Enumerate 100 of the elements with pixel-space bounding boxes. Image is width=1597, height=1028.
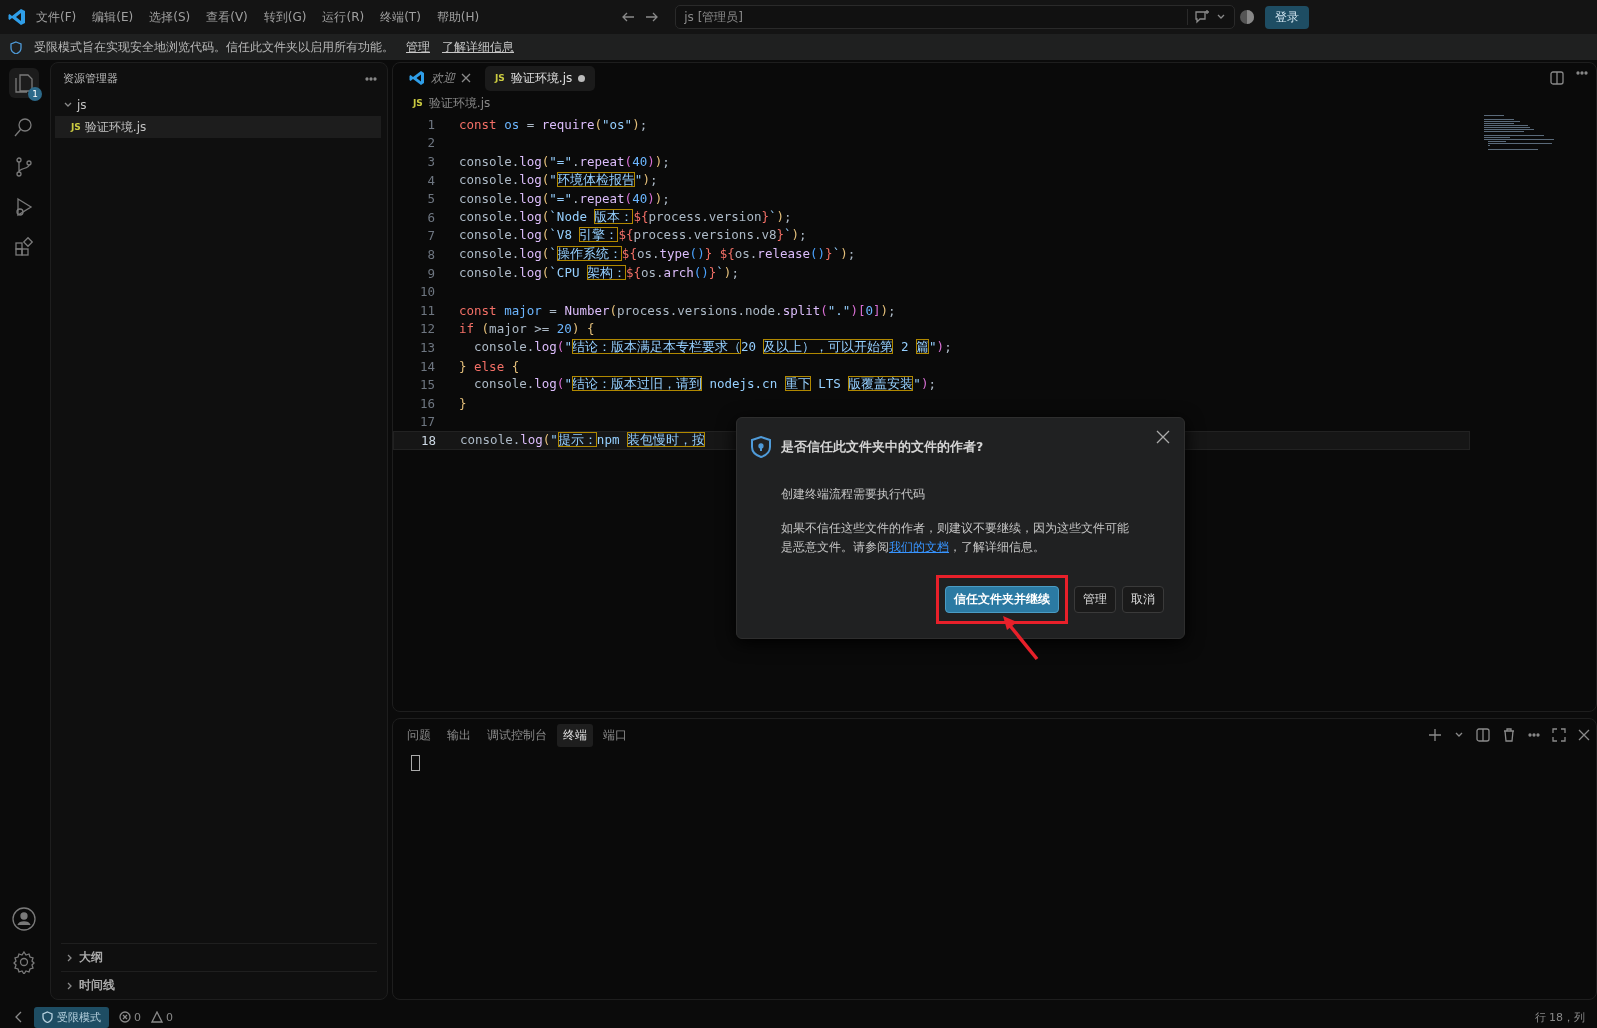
dialog-button[interactable]: 管理 [1074,586,1116,613]
menu-item[interactable]: 文件(F) [30,6,83,28]
code-line: } [459,395,467,411]
line-number: 2 [426,135,435,151]
error-icon [119,1011,131,1023]
restricted-mode-badge[interactable]: 受限模式 [34,1006,109,1028]
line-number: 15 [418,377,435,393]
code-line: if (major >= 20) { [459,321,595,337]
code-line: console.log("=".repeat(40)); [459,191,670,207]
breadcrumb[interactable]: JS 验证环境.js [393,93,1596,113]
explorer-tab[interactable]: 1 [9,68,39,98]
panel-tab[interactable]: 终端 [557,723,593,747]
menu-item[interactable]: 运行(R) [316,6,371,28]
code-line: console.log("=".repeat(40)); [459,154,670,169]
close-icon[interactable] [1156,430,1170,444]
chevron-left-icon[interactable] [14,1011,24,1023]
line-number: 16 [418,395,435,411]
more-icon[interactable] [1576,71,1588,75]
maximize-icon[interactable] [1552,728,1566,742]
back-arrow-icon[interactable] [621,10,636,24]
banner-link[interactable]: 管理 [406,39,430,55]
dialog-title: 是否信任此文件夹中的文件的作者? [781,438,984,456]
shield-icon [10,40,22,54]
menu-item[interactable]: 选择(S) [143,6,197,28]
split-editor-icon[interactable] [1476,728,1490,742]
account-icon[interactable] [11,906,37,932]
line-number: 8 [426,246,435,262]
menu-item[interactable]: 查看(V) [200,6,254,28]
shield-lock-icon [751,436,771,458]
line-number: 4 [426,172,435,188]
dialog-subtitle: 创建终端流程需要执行代码 [781,486,926,503]
menu-item[interactable]: 转到(G) [257,6,313,28]
extensions-icon[interactable] [13,236,35,258]
line-number: 5 [426,191,435,207]
files-icon [13,72,35,94]
vscode-logo-icon [8,8,26,26]
code-line: } else { [459,358,520,374]
code-line: console.log("提示：npm 装包慢时，按 [460,431,705,449]
line-number: 7 [426,228,435,244]
code-line: console.log(`Node 版本：${process.version}`); [459,208,792,226]
shield-icon [42,1011,53,1023]
menu-item[interactable]: 帮助(H) [430,6,486,28]
section-header[interactable]: 大纲 [61,943,377,971]
menu-item[interactable]: 编辑(E) [86,6,140,28]
panel-tab[interactable]: 端口 [597,723,633,747]
more-icon[interactable] [365,76,377,81]
line-number: 12 [418,321,435,337]
line-number: 14 [418,358,435,374]
minimap-drawing [1484,115,1556,151]
error-count[interactable]: 0 [134,1010,141,1024]
vscode-logo-icon [409,70,425,86]
close-icon[interactable] [461,73,471,83]
line-number: 3 [426,154,435,169]
code-line: console.log(`操作系统：${os.type()} ${os.release()}`); [459,245,856,263]
line-number: 1 [426,116,435,132]
dialog-message: 如果不信任这些文件的作者，则建议不要继续，因为这些文件可能是恶意文件。请参阅我们的文档，了解详细信息。 [781,520,1130,556]
code-line: const os = require("os"); [459,116,648,132]
dialog-button[interactable]: 取消 [1122,586,1164,613]
close-icon[interactable] [1578,729,1590,741]
menu-item[interactable]: 终端(T) [374,6,427,28]
line-number: 11 [418,302,435,318]
line-number: 10 [418,284,435,300]
plus-icon[interactable] [1428,728,1442,742]
editor-tab[interactable]: JS 验证环境.js [485,65,596,91]
banner-message: 受限模式旨在实现安全地浏览代码。信任此文件夹以启用所有功能。 [34,39,394,55]
line-number: 18 [419,432,436,448]
line-number: 9 [426,265,435,281]
forward-arrow-icon[interactable] [645,10,660,24]
sidebar-title: 资源管理器 [63,71,118,86]
editor-tab[interactable]: 欢迎 [399,65,481,91]
panel-tab[interactable]: 输出 [441,723,477,747]
section-header[interactable]: 时间线 [61,971,377,999]
sign-in-button[interactable]: 登录 [1265,5,1310,29]
chat-sparkle-icon [1194,9,1211,25]
terminal-cursor [411,755,420,771]
folder-item[interactable]: js [51,94,387,116]
warning-icon [151,1011,163,1023]
panel-tab[interactable]: 问题 [401,723,437,747]
warning-count[interactable]: 0 [166,1010,173,1024]
docs-link[interactable]: 我们的文档 [889,540,949,554]
settings-icon[interactable] [12,950,36,974]
more-icon[interactable] [1528,733,1540,737]
branch-icon[interactable] [13,156,35,178]
notification-badge: 1 [28,87,42,101]
command-search-field[interactable]: js [管理员] [675,5,1236,29]
split-editor-icon[interactable] [1550,71,1564,85]
line-number: 6 [426,209,435,225]
half-circle-icon [1239,9,1256,25]
search-icon[interactable] [13,116,35,138]
code-line: console.log(`CPU 架构：${os.arch()}`); [459,264,739,282]
panel-tab[interactable]: 调试控制台 [481,723,553,747]
code-line: const major = Number(process.versions.node.split(".")[0]); [459,302,896,318]
cursor-position[interactable]: 行 18，列 [1534,1009,1597,1025]
dialog-button[interactable]: 信任文件夹并继续 [945,586,1059,613]
line-number: 13 [418,339,435,355]
line-number: 17 [418,414,435,430]
code-line: console.log(`V8 引擎：${process.versions.v8}`); [459,227,807,245]
banner-link[interactable]: 了解详细信息 [442,39,514,55]
file-item[interactable]: JS 验证环境.js [55,116,381,138]
trash-icon[interactable] [1502,728,1516,742]
